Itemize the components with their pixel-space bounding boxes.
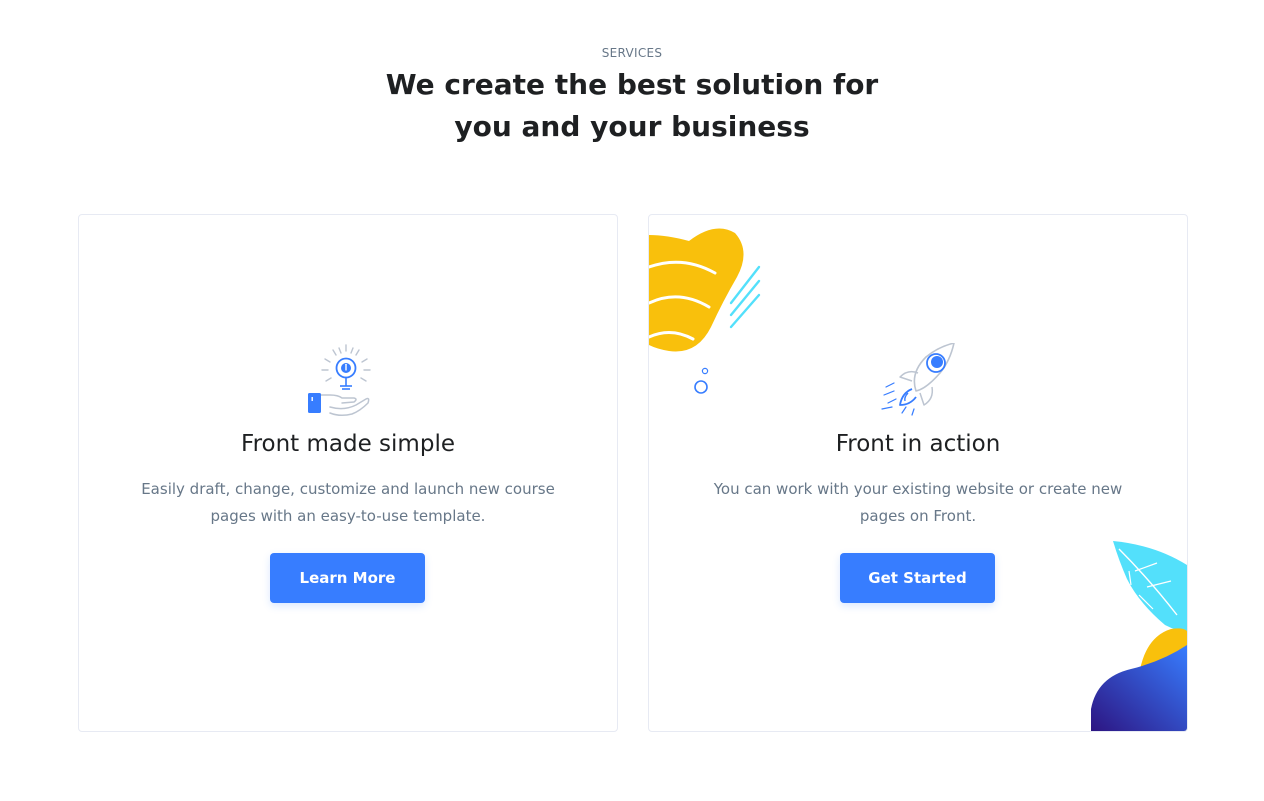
learn-more-button[interactable]: Learn More	[270, 553, 425, 603]
heading-line-1: We create the best solution for	[385, 68, 879, 101]
get-started-button[interactable]: Get Started	[840, 553, 995, 603]
services-section: SERVICES We create the best solution for…	[0, 0, 1264, 801]
lightbulb-hand-icon	[308, 344, 371, 417]
section-eyebrow: SERVICES	[601, 46, 663, 60]
decorative-leaves-bottom	[1091, 541, 1187, 731]
rocket-icon	[881, 343, 955, 416]
card-description: Easily draft, change, customize and laun…	[141, 480, 555, 525]
card-title: Front in action	[835, 431, 1001, 457]
section-heading: We create the best solution for you and …	[332, 64, 932, 148]
card-title: Front made simple	[241, 431, 455, 457]
service-card-action: Front in action You can work with your e…	[648, 214, 1188, 732]
heading-line-2: you and your business	[454, 110, 810, 143]
decorative-shapes-top	[649, 228, 761, 394]
service-card-simple: Front made simple Easily draft, change, …	[78, 214, 618, 732]
card-description: You can work with your existing website …	[713, 480, 1123, 525]
